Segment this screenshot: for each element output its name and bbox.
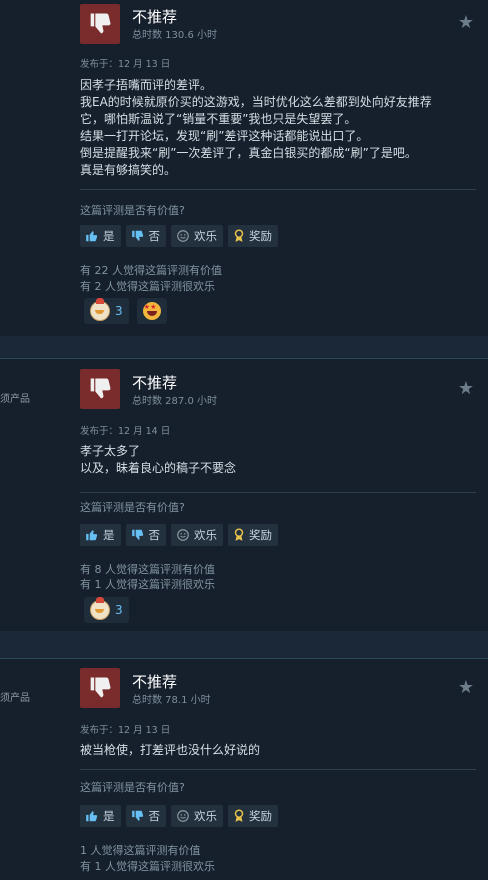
thumbs-up-icon <box>85 809 99 823</box>
award-button[interactable]: 奖励 <box>228 805 278 827</box>
star-eyes-emoji-icon <box>142 302 161 320</box>
chick-emoji-icon <box>90 597 110 620</box>
review-card: 须产品 不推荐 总时数 78.1 小时 ★ 发布于：12 月 13 日 被当枪使… <box>0 659 488 880</box>
reactions: 3 <box>84 597 129 623</box>
award-label: 奖励 <box>249 809 272 823</box>
thumbs-down-icon <box>80 668 120 708</box>
side-label: 须产品 <box>0 394 30 405</box>
review-line: 我EA的时候就原价买的这游戏，当时优化这么差都到处向好友推荐 <box>80 95 432 109</box>
award-icon <box>233 229 245 243</box>
award-button[interactable]: 奖励 <box>228 524 278 546</box>
vote-yes-button[interactable]: 是 <box>80 805 121 827</box>
side-label: 须产品 <box>0 693 30 704</box>
review-line: 倒是提醒我来“刷”一次差评了，真金白银买的都成“刷”了是吧。 <box>80 146 417 160</box>
review-line: 以及，昧着良心的稿子不要念 <box>80 461 237 475</box>
vote-funny-button[interactable]: 欢乐 <box>171 225 223 247</box>
vote-yes-label: 是 <box>103 809 115 823</box>
vote-yes-label: 是 <box>103 229 115 243</box>
reaction-chick[interactable]: 3 <box>84 597 129 623</box>
vote-no-label: 否 <box>148 528 161 542</box>
thumbs-up-icon <box>85 229 99 243</box>
divider <box>80 189 476 190</box>
helpful-count: 1 人觉得这篇评测有价值 <box>80 844 201 857</box>
recommendation-label: 不推荐 <box>132 374 178 392</box>
vote-no-button[interactable]: 否 <box>125 524 166 546</box>
helpful-question: 这篇评测是否有价值? <box>80 501 185 514</box>
reaction-count: 3 <box>115 304 123 318</box>
review-line: 它，哪怕斯温说了“销量不重要”我也只是失望罢了。 <box>80 112 357 126</box>
vote-buttons: 是 否 欢乐 奖励 <box>80 225 278 247</box>
review-line: 结果一打开论坛，发现“刷”差评这种话都能说出口了。 <box>80 129 369 143</box>
review-card: 须产品 不推荐 总时数 287.0 小时 ★ 发布于：12 月 14 日 孝子太… <box>0 359 488 631</box>
award-icon <box>233 809 245 823</box>
smiley-icon <box>176 229 190 243</box>
reaction-count: 3 <box>115 603 123 617</box>
divider <box>80 492 476 493</box>
thumbs-down-icon <box>131 229 145 243</box>
thumbs-down-icon <box>80 4 120 44</box>
review-card: 不推荐 总时数 130.6 小时 ★ 发布于：12 月 13 日 因孝子捂嘴而评… <box>0 0 488 336</box>
star-icon[interactable]: ★ <box>458 677 474 698</box>
review-body: 孝子太多了 以及，昧着良心的稿子不要念 <box>80 443 476 477</box>
review-line: 真是有够搞笑的。 <box>80 163 177 177</box>
review-body: 因孝子捂嘴而评的差评。 我EA的时候就原价买的这游戏，当时优化这么差都到处向好友… <box>80 77 476 179</box>
vote-no-button[interactable]: 否 <box>125 805 166 827</box>
playtime-hours: 总时数 78.1 小时 <box>132 695 211 706</box>
helpful-question: 这篇评测是否有价值? <box>80 781 185 794</box>
playtime-hours: 总时数 130.6 小时 <box>132 30 217 41</box>
thumbs-down-icon <box>131 528 145 542</box>
helpful-count: 有 22 人觉得这篇评测有价值 <box>80 264 222 277</box>
thumbs-up-icon <box>85 528 99 542</box>
vote-yes-button[interactable]: 是 <box>80 225 121 247</box>
thumbs-down-icon <box>131 809 145 823</box>
review-line: 被当枪使，打差评也没什么好说的 <box>80 743 261 757</box>
smiley-icon <box>176 528 190 542</box>
star-icon[interactable]: ★ <box>458 378 474 399</box>
reaction-chick[interactable]: 3 <box>84 298 129 324</box>
funny-count: 有 1 人觉得这篇评测很欢乐 <box>80 578 215 591</box>
thumbs-down-icon <box>80 369 120 409</box>
vote-no-label: 否 <box>148 809 161 823</box>
divider <box>80 769 476 770</box>
playtime-hours: 总时数 287.0 小时 <box>132 396 217 407</box>
award-button[interactable]: 奖励 <box>228 225 278 247</box>
award-label: 奖励 <box>249 528 272 542</box>
review-line: 孝子太多了 <box>80 444 141 458</box>
chick-emoji-icon <box>90 298 110 321</box>
helpful-count: 有 8 人觉得这篇评测有价值 <box>80 563 215 576</box>
funny-count: 有 2 人觉得这篇评测很欢乐 <box>80 280 215 293</box>
award-icon <box>233 528 245 542</box>
vote-no-label: 否 <box>148 229 161 243</box>
smiley-icon <box>176 809 190 823</box>
vote-yes-label: 是 <box>103 528 115 542</box>
vote-no-button[interactable]: 否 <box>125 225 166 247</box>
reaction-star-eyes[interactable] <box>136 298 167 324</box>
award-label: 奖励 <box>249 229 272 243</box>
review-body: 被当枪使，打差评也没什么好说的 <box>80 742 476 759</box>
card-gap <box>0 336 488 358</box>
star-icon[interactable]: ★ <box>458 12 474 33</box>
card-gap <box>0 631 488 658</box>
recommendation-label: 不推荐 <box>132 8 178 26</box>
posted-date: 发布于：12 月 14 日 <box>80 426 171 437</box>
posted-date: 发布于：12 月 13 日 <box>80 725 171 736</box>
vote-funny-button[interactable]: 欢乐 <box>171 524 223 546</box>
reactions: 3 <box>84 298 167 324</box>
recommendation-label: 不推荐 <box>132 673 178 691</box>
vote-buttons: 是 否 欢乐 奖励 <box>80 805 278 827</box>
funny-count: 有 1 人觉得这篇评测很欢乐 <box>80 860 215 873</box>
vote-funny-label: 欢乐 <box>194 528 217 542</box>
vote-yes-button[interactable]: 是 <box>80 524 121 546</box>
review-line: 因孝子捂嘴而评的差评。 <box>80 78 213 92</box>
helpful-question: 这篇评测是否有价值? <box>80 204 185 217</box>
vote-funny-label: 欢乐 <box>194 229 217 243</box>
vote-funny-label: 欢乐 <box>194 809 217 823</box>
vote-funny-button[interactable]: 欢乐 <box>171 805 223 827</box>
vote-buttons: 是 否 欢乐 奖励 <box>80 524 278 546</box>
posted-date: 发布于：12 月 13 日 <box>80 59 171 70</box>
